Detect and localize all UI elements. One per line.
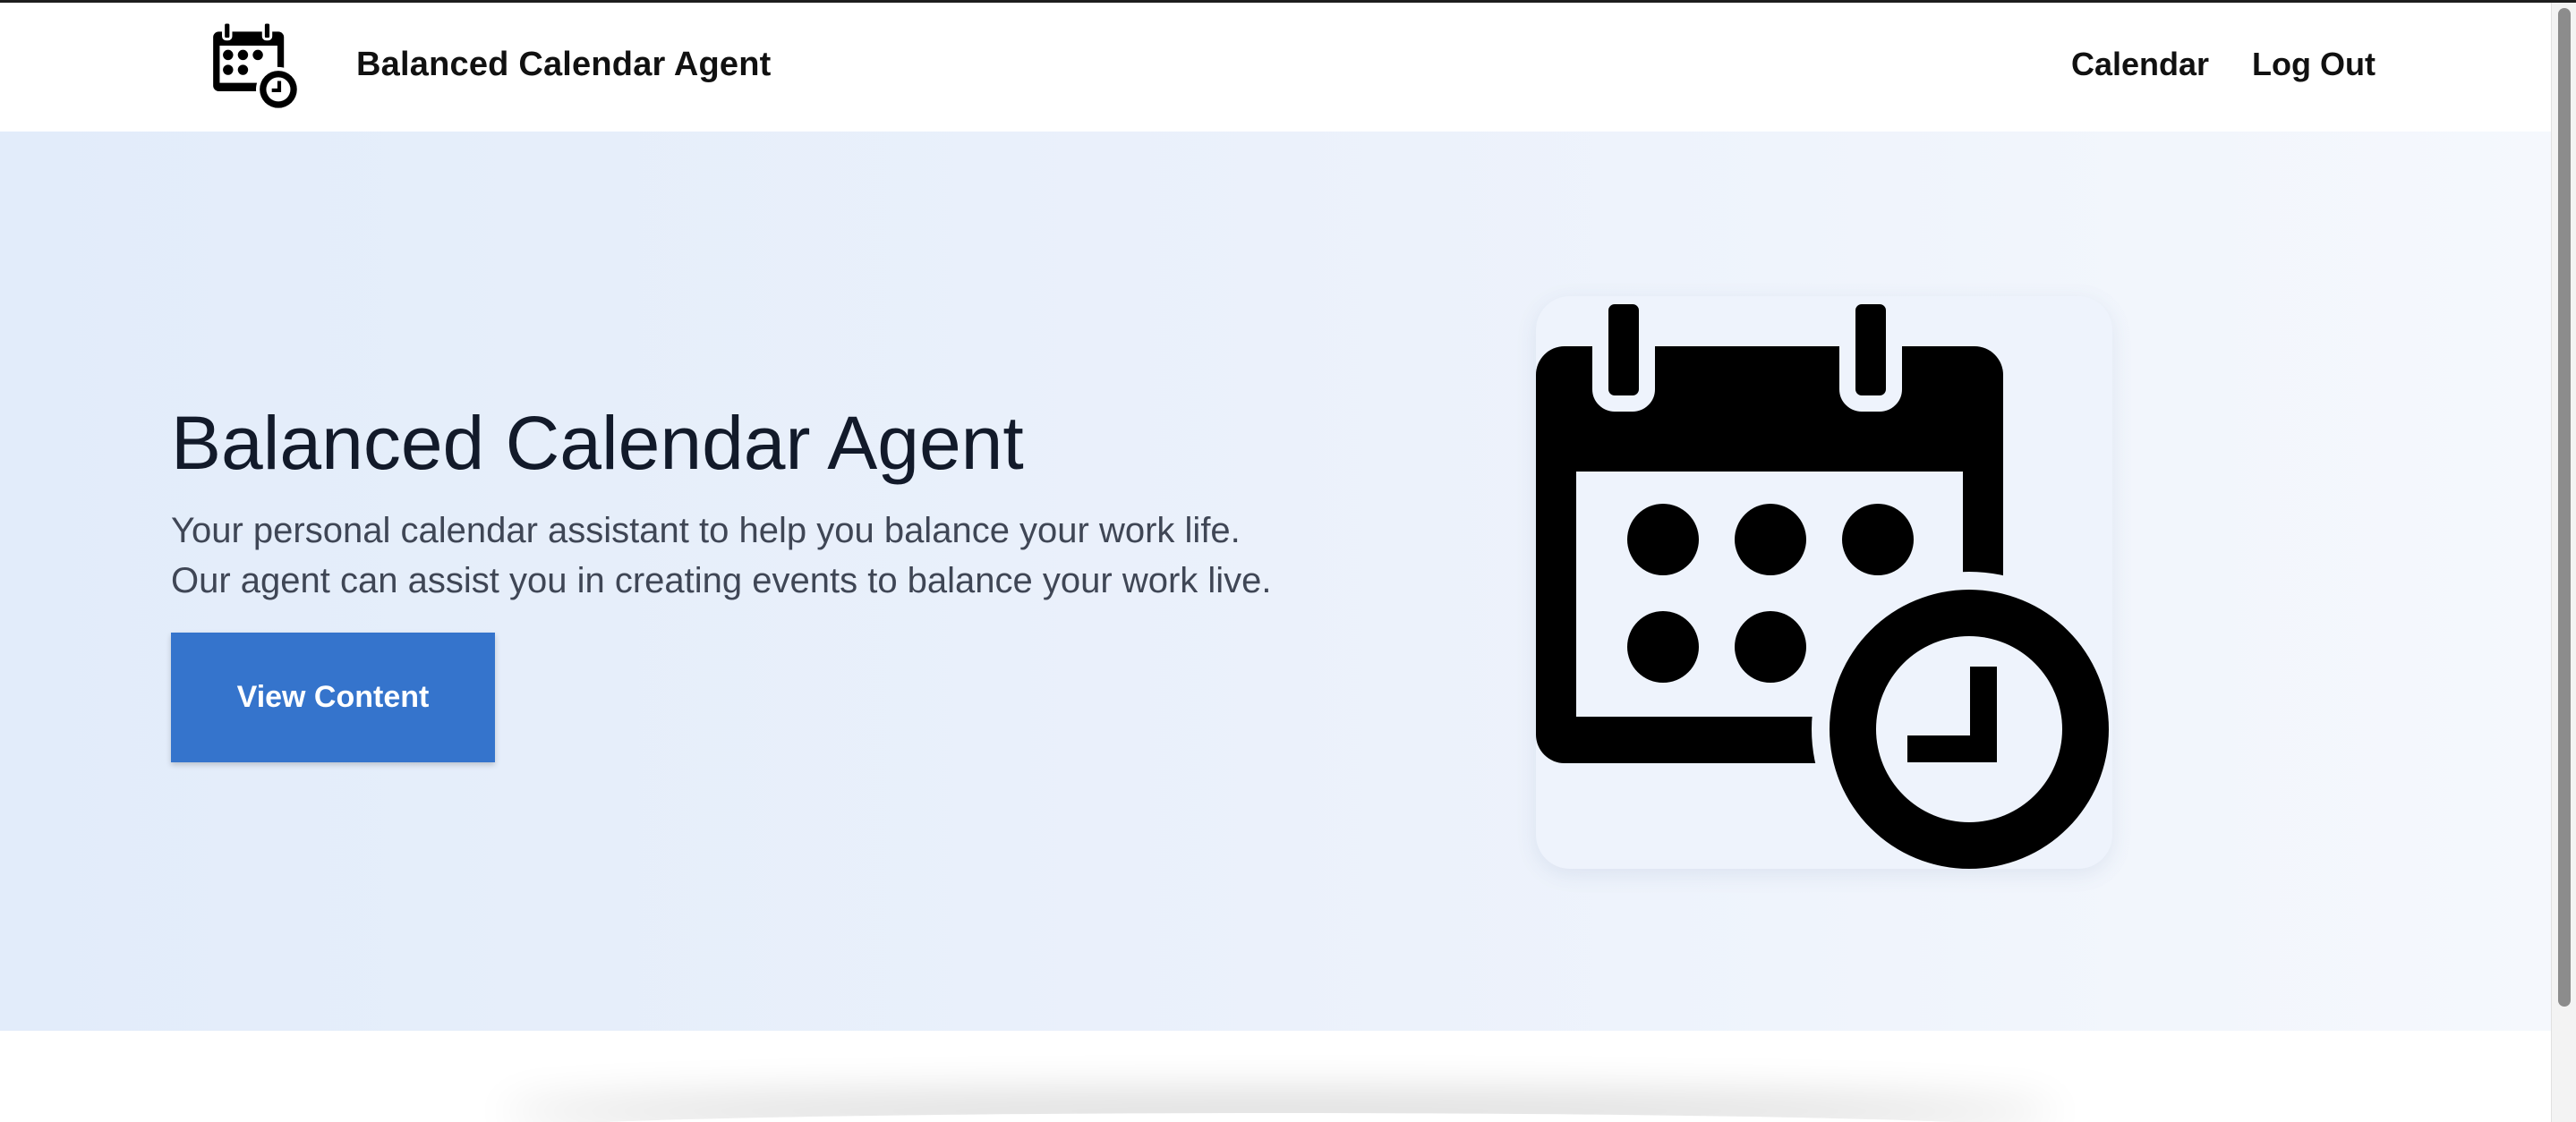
- calendar-clock-icon: [213, 21, 301, 112]
- hero-image: [1536, 296, 2112, 869]
- brand-name[interactable]: Balanced Calendar Agent: [356, 46, 772, 84]
- hero-subtitle-line: Our agent can assist you in creating eve…: [171, 561, 1272, 600]
- hero-section: Balanced Calendar Agent Your personal ca…: [0, 132, 2551, 1031]
- content-section: [0, 1031, 2551, 1122]
- nav-link-log-out[interactable]: Log Out: [2252, 46, 2376, 83]
- calendar-clock-icon: [1536, 296, 2112, 869]
- nav-links: Calendar Log Out: [2071, 46, 2376, 83]
- hero-subtitle: Your personal calendar assistant to help…: [171, 506, 1424, 606]
- scrollbar-thumb[interactable]: [2558, 8, 2571, 1007]
- scrollbar[interactable]: [2551, 3, 2576, 1122]
- hero-subtitle-line: Your personal calendar assistant to help…: [171, 511, 1241, 550]
- content-card: [501, 1113, 2059, 1122]
- nav-link-calendar[interactable]: Calendar: [2071, 46, 2209, 83]
- page: Balanced Calendar Agent Calendar Log Out…: [0, 0, 2576, 1122]
- brand-logo[interactable]: [209, 21, 303, 115]
- view-content-button[interactable]: View Content: [171, 633, 495, 762]
- navbar: Balanced Calendar Agent Calendar Log Out: [0, 3, 2551, 132]
- hero-title: Balanced Calendar Agent: [171, 401, 1024, 485]
